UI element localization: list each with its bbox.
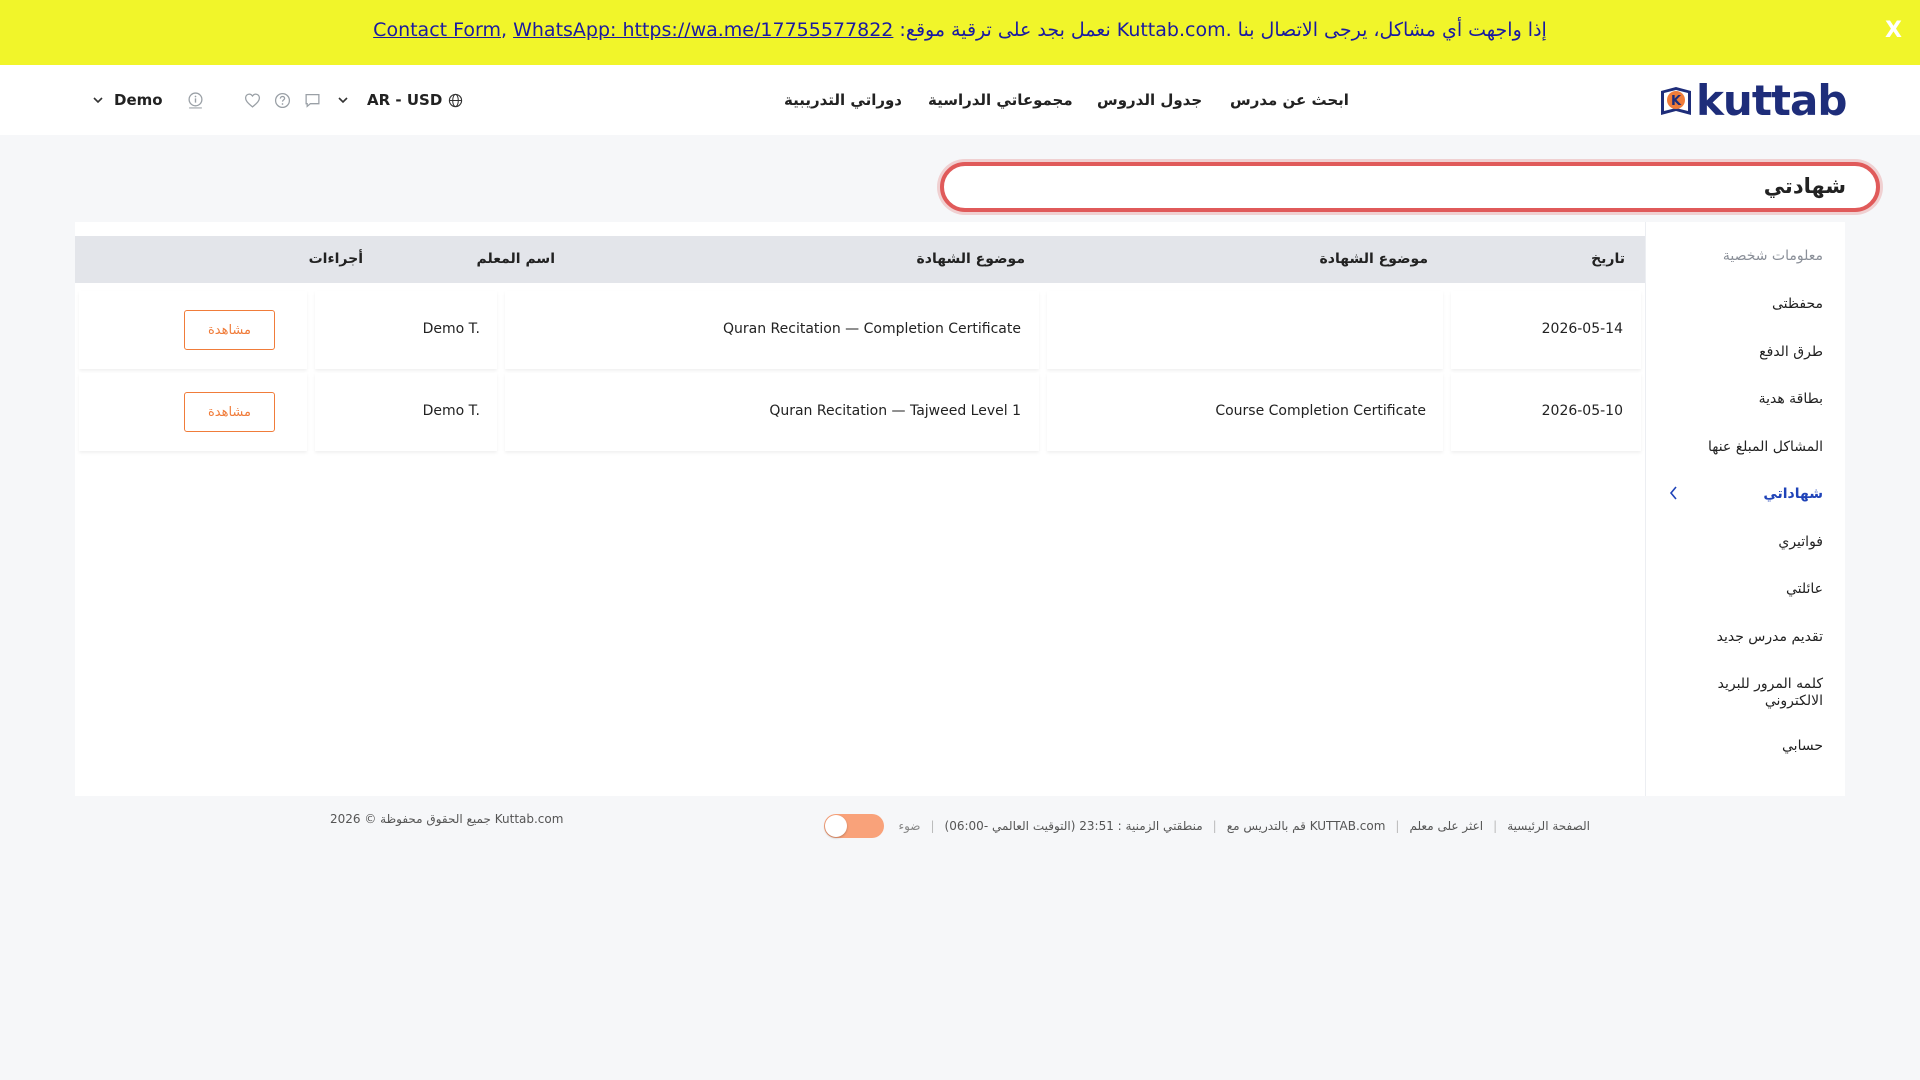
sidebar-item-wallet[interactable]: محفظتى [1772, 296, 1823, 312]
col-type-header: موضوع الشهادة [1319, 251, 1428, 267]
view-certificate-button[interactable]: مشاهدة [184, 392, 275, 432]
help-icon[interactable] [272, 90, 292, 110]
sidebar-item-personal-info[interactable]: معلومات شخصية [1723, 248, 1823, 264]
kuttab-logo[interactable]: K kuttab [1656, 76, 1847, 125]
globe-icon [449, 93, 463, 107]
logo-letter: K [1671, 94, 1682, 109]
view-certificate-button[interactable]: مشاهدة [184, 310, 275, 350]
col-teacher-header: اسم المعلم [476, 251, 555, 267]
logo-text: kuttab [1696, 76, 1847, 125]
nav-find-teacher[interactable]: ابحث عن مدرس [1230, 91, 1349, 109]
sidebar-item-new-teacher[interactable]: تقديم مدرس جديد [1717, 629, 1823, 645]
footer-separator: | [930, 819, 935, 833]
banner-text: Contact Form, WhatsApp: https://wa.me/17… [0, 19, 1920, 41]
content-panel: معلومات شخصية محفظتى طرق الدفع بطاقة هدي… [75, 222, 1845, 796]
col-actions-header: أجراءات [308, 251, 363, 267]
sidebar-item-reported-issues[interactable]: المشاكل المبلغ عنها [1708, 439, 1823, 455]
footer-separator: | [1395, 819, 1400, 833]
chevron-down-icon [93, 97, 103, 104]
chevron-left-icon [1669, 486, 1677, 500]
footer: جميع الحقوق محفوظة © 2026 Kuttab.com الص… [0, 808, 1920, 838]
cell-date: 2026-05-10 [1451, 373, 1641, 451]
sidebar-item-payment-methods[interactable]: طرق الدفع [1759, 344, 1823, 360]
info-icon[interactable] [185, 90, 205, 110]
header-icon-group [242, 65, 322, 135]
cell-actions: مشاهدة [79, 373, 307, 451]
cell-date: 2026-05-14 [1451, 291, 1641, 369]
footer-timezone: منطقتي الزمنية : 23:51 (التوقيت العالمي … [944, 819, 1203, 833]
footer-link-home[interactable]: الصفحة الرئيسية [1507, 819, 1590, 833]
sidebar-item-email-password[interactable]: كلمه المرور للبريد الالكتروني [1703, 676, 1823, 710]
footer-separator: | [1493, 819, 1498, 833]
banner-comma: , [501, 19, 514, 41]
announcement-banner: Contact Form, WhatsApp: https://wa.me/17… [0, 0, 1920, 65]
locale-selector[interactable]: AR - USD [337, 65, 463, 135]
banner-contact-link[interactable]: Contact Form [373, 19, 501, 41]
table-header: تاريخ موضوع الشهادة موضوع الشهادة اسم ال… [75, 236, 1645, 283]
favorites-icon[interactable] [242, 90, 262, 110]
banner-message: :نعمل بجد على ترقية موقع Kuttab.com. إذا… [893, 19, 1547, 41]
messages-icon[interactable] [302, 90, 322, 110]
cell-type: Course Completion Certificate [1047, 373, 1443, 451]
sidebar-item-my-certificates[interactable]: شهاداتي [1763, 486, 1823, 502]
top-header: K kuttab ابحث عن مدرس جدول الدروس مجموعا… [0, 65, 1920, 135]
nav-schedule[interactable]: جدول الدروس [1097, 91, 1202, 109]
col-date-header: تاريخ [1591, 251, 1625, 267]
user-menu[interactable]: Demo [92, 65, 163, 135]
user-name: Demo [114, 91, 163, 109]
logo-book-icon: K [1661, 87, 1691, 115]
cell-subject: Quran Recitation — Completion Certificat… [505, 291, 1039, 369]
footer-link-find-teacher[interactable]: اعثر على معلم [1409, 819, 1483, 833]
cell-actions: مشاهدة [79, 291, 307, 369]
account-sidebar: معلومات شخصية محفظتى طرق الدفع بطاقة هدي… [1645, 222, 1845, 796]
footer-separator: | [1212, 819, 1217, 833]
nav-my-courses[interactable]: دوراتي التدريبية [784, 91, 902, 109]
cell-type [1047, 291, 1443, 369]
cell-teacher: Demo T. [315, 291, 497, 369]
cell-teacher: Demo T. [315, 373, 497, 451]
toggle-knob [825, 815, 848, 837]
info-icon-wrap [185, 65, 205, 135]
locale-label: AR - USD [367, 91, 443, 109]
page-title: شهادتي [1763, 174, 1846, 198]
banner-whatsapp-link[interactable]: WhatsApp: https://wa.me/17755577822 [513, 19, 893, 41]
sidebar-item-gift-card[interactable]: بطاقة هدية [1759, 391, 1823, 407]
nav-study-groups[interactable]: مجموعاتي الدراسية [928, 91, 1073, 109]
chevron-down-icon [338, 97, 348, 104]
cell-subject: Quran Recitation — Tajweed Level 1 [505, 373, 1039, 451]
page-title-card: شهادتي [940, 162, 1880, 212]
footer-links: الصفحة الرئيسية | اعثر على معلم | قم بال… [824, 814, 1590, 838]
banner-close-button[interactable]: X [1885, 18, 1902, 43]
col-subject-header: موضوع الشهادة [916, 251, 1025, 267]
sidebar-item-account[interactable]: حسابي [1782, 738, 1823, 754]
theme-toggle[interactable] [824, 814, 885, 838]
sidebar-item-family[interactable]: عائلتي [1786, 581, 1823, 597]
footer-copyright: جميع الحقوق محفوظة © 2026 Kuttab.com [330, 812, 564, 826]
footer-link-teach[interactable]: قم بالتدريس مع KUTTAB.com [1227, 819, 1386, 833]
sidebar-item-invoices[interactable]: فواتيري [1778, 534, 1823, 550]
theme-light-label: ضوء [898, 819, 921, 833]
